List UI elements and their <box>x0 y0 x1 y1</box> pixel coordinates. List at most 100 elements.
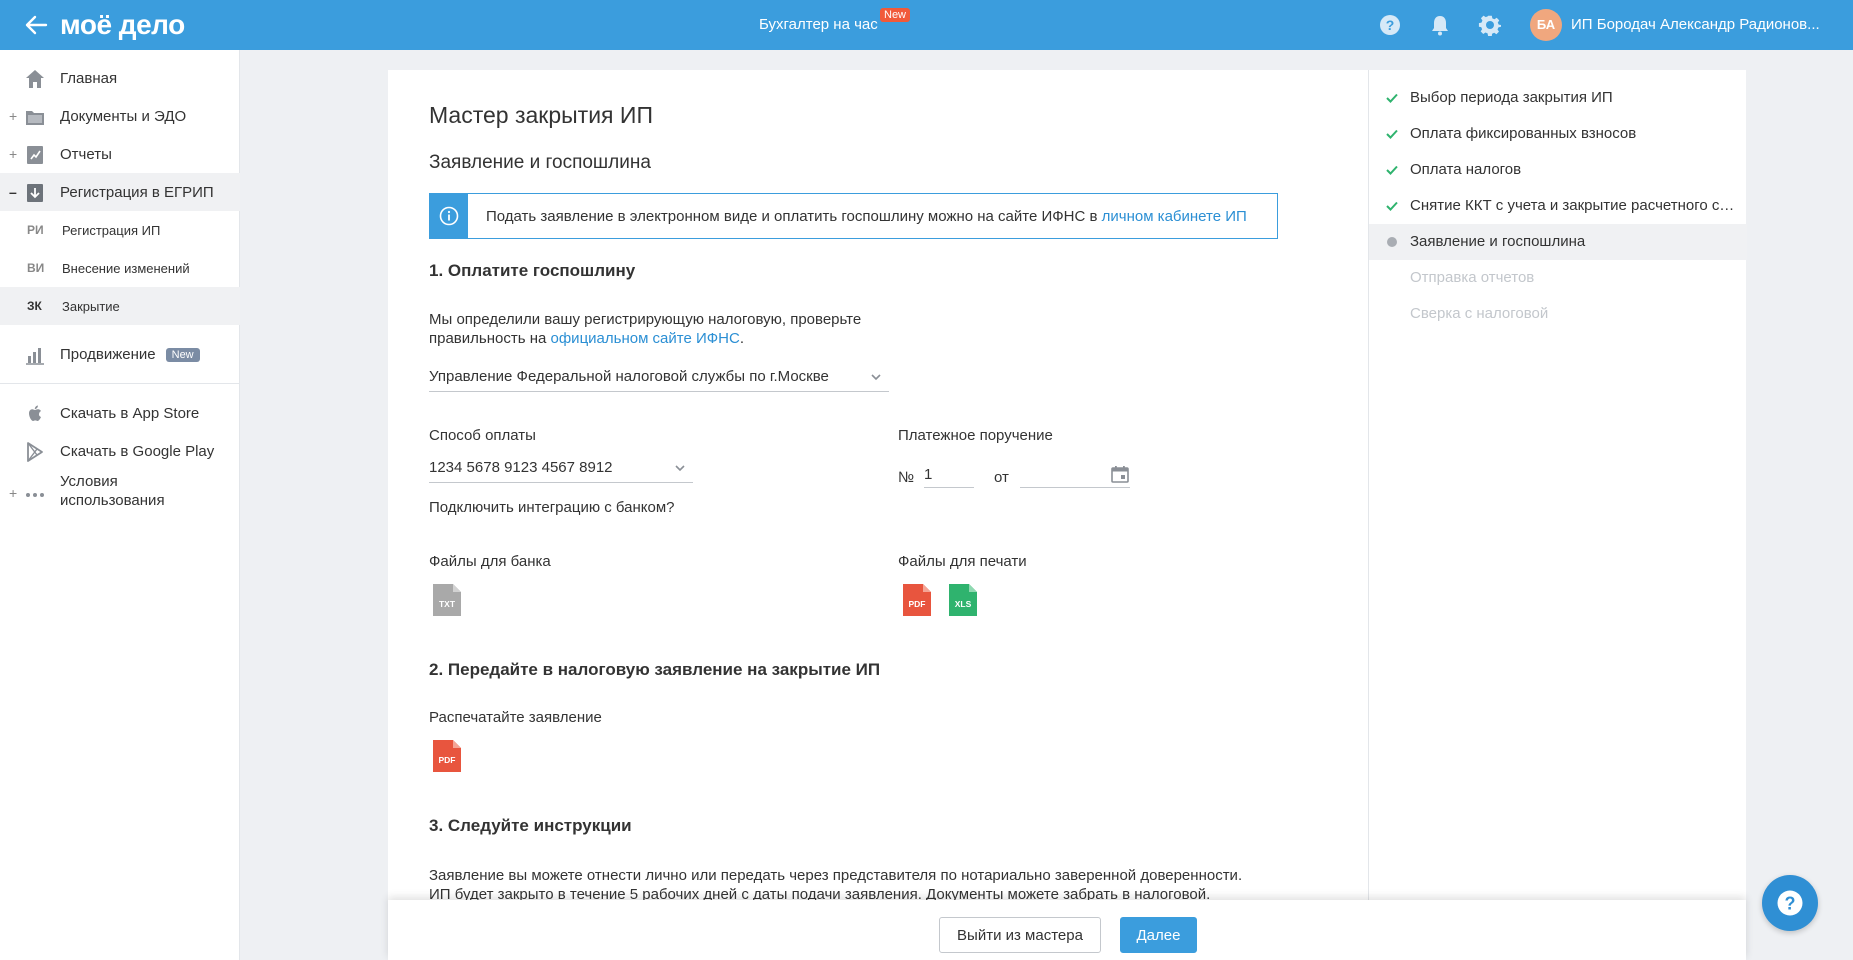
page-title: Мастер закрытия ИП <box>429 102 653 128</box>
subitem-abbr: РИ <box>27 223 44 237</box>
wizard-footer: Выйти из мастера Далее <box>388 900 1746 960</box>
page-subtitle: Заявление и госпошлина <box>429 152 651 173</box>
section-1-title: 1. Оплатите госпошлину <box>429 261 636 280</box>
payment-order-date-input[interactable] <box>1020 460 1130 488</box>
expand-icon: + <box>9 108 18 124</box>
sidebar-item-label: Скачать в App Store <box>60 405 200 422</box>
bank-integration-link[interactable]: Подключить интеграцию с банком? <box>429 498 675 517</box>
svg-text:PDF: PDF <box>909 599 926 609</box>
step-reports: Отправка отчетов <box>1410 269 1535 286</box>
subitem-label: Закрытие <box>62 299 120 314</box>
sidebar-item-terms[interactable]: + Условия использования <box>0 470 240 520</box>
help-icon[interactable]: ? <box>1378 13 1402 37</box>
step-reconciliation: Сверка с налоговой <box>1410 305 1549 322</box>
sidebar-subitem-registration[interactable]: РИ Регистрация ИП <box>0 211 240 249</box>
xls-file-icon[interactable]: XLS <box>949 584 977 616</box>
tax-office-select[interactable]: Управление Федеральной налоговой службы … <box>429 364 889 392</box>
subitem-label: Регистрация ИП <box>62 223 161 238</box>
check-icon <box>1386 201 1398 211</box>
check-icon <box>1386 165 1398 175</box>
sidebar-item-google-play[interactable]: Скачать в Google Play <box>0 432 240 470</box>
apple-icon <box>29 405 41 421</box>
accountant-hour-link[interactable]: Бухгалтер на час <box>759 16 878 33</box>
payment-method-select[interactable]: 1234 5678 9123 4567 8912 <box>429 455 693 483</box>
payment-order-number-input[interactable]: 1 <box>924 460 974 488</box>
chevron-down-icon <box>871 374 881 381</box>
check-icon <box>1386 93 1398 103</box>
pdf-file-icon[interactable]: PDF <box>903 584 931 616</box>
step-application[interactable]: Заявление и госпошлина <box>1369 224 1747 260</box>
step-period[interactable]: Выбор периода закрытия ИП <box>1369 80 1747 116</box>
info-icon-box <box>430 194 468 238</box>
sidebar-item-label: Отчеты <box>60 146 112 163</box>
current-step-dot-icon <box>1387 237 1397 247</box>
calendar-icon[interactable] <box>1110 464 1130 484</box>
chart-icon <box>26 348 44 365</box>
gear-icon[interactable] <box>1478 13 1502 37</box>
sidebar-item-documents[interactable]: + Документы и ЭДО <box>0 97 240 135</box>
help-chat-button[interactable]: ? <box>1762 875 1818 931</box>
sidebar-item-app-store[interactable]: Скачать в App Store <box>0 394 240 432</box>
sidebar-item-promotion[interactable]: Продвижение New <box>0 335 240 373</box>
sidebar-item-label: Главная <box>60 70 118 87</box>
date-from-label: от <box>994 469 1009 486</box>
personal-cabinet-link[interactable]: личном кабинете ИП <box>1102 208 1247 225</box>
subitem-abbr: ЗК <box>27 299 42 313</box>
check-icon <box>1386 129 1398 139</box>
subitem-label: Внесение изменений <box>62 261 190 276</box>
collapse-icon: – <box>9 184 17 200</box>
new-badge: New <box>165 348 200 362</box>
payment-method-label: Способ оплаты <box>429 427 536 444</box>
next-button[interactable]: Далее <box>1120 917 1197 953</box>
section-3-title: 3. Следуйте инструкции <box>429 816 632 835</box>
txt-file-icon[interactable]: TXT <box>433 584 461 616</box>
avatar[interactable]: БА <box>1530 9 1562 41</box>
folder-icon <box>26 111 44 125</box>
bell-icon[interactable] <box>1428 13 1452 37</box>
subitem-abbr: ВИ <box>27 261 45 275</box>
chevron-down-icon <box>675 465 685 472</box>
step-taxes[interactable]: Оплата налогов <box>1369 152 1747 188</box>
info-text: Подать заявление в электронном виде и оп… <box>486 208 1247 225</box>
user-name[interactable]: ИП Бородач Александр Радионов... <box>1571 16 1820 33</box>
home-icon <box>26 70 44 88</box>
number-sign: № <box>898 469 915 486</box>
google-play-icon <box>27 442 43 462</box>
sidebar-item-label: Продвижение New <box>60 346 200 363</box>
top-bar: моё дело Бухгалтер на час New ? БА ИП Бо… <box>0 0 1853 50</box>
sidebar-item-egrip-registration[interactable]: – Регистрация в ЕГРИП <box>0 173 240 211</box>
sidebar: Главная + Документы и ЭДО + Отчеты – Рег… <box>0 50 240 960</box>
registration-icon <box>27 184 43 202</box>
exit-wizard-button[interactable]: Выйти из мастера <box>939 917 1101 953</box>
wizard-card: Мастер закрытия ИП Заявление и госпошлин… <box>388 70 1368 960</box>
sidebar-item-home[interactable]: Главная <box>0 59 240 97</box>
svg-text:PDF: PDF <box>439 755 456 765</box>
svg-text:TXT: TXT <box>439 599 456 609</box>
section-2-title: 2. Передайте в налоговую заявление на за… <box>429 660 881 679</box>
info-icon <box>439 206 459 226</box>
sidebar-subitem-changes[interactable]: ВИ Внесение изменений <box>0 249 240 287</box>
sidebar-item-label: Скачать в Google Play <box>60 443 215 460</box>
logo[interactable]: моё дело <box>60 9 185 41</box>
divider <box>0 383 240 384</box>
step-fixed-contributions[interactable]: Оплата фиксированных взносов <box>1369 116 1747 152</box>
svg-text:?: ? <box>1386 17 1395 33</box>
ifns-site-link[interactable]: официальном сайте ИФНС <box>551 330 740 347</box>
back-arrow-icon[interactable] <box>22 11 50 39</box>
sidebar-item-label: Документы и ЭДО <box>60 108 187 125</box>
sidebar-item-reports[interactable]: + Отчеты <box>0 135 240 173</box>
expand-icon: + <box>9 485 18 501</box>
expand-icon: + <box>9 146 18 162</box>
print-application-label: Распечатайте заявление <box>429 709 602 726</box>
info-banner: Подать заявление в электронном виде и оп… <box>429 193 1278 239</box>
new-badge: New <box>880 8 911 22</box>
step-kkt-closing[interactable]: Снятие ККТ с учета и закрытие расчетного… <box>1369 188 1747 224</box>
sidebar-item-label: Условия использования <box>60 473 165 509</box>
sidebar-subitem-closing[interactable]: ЗК Закрытие <box>0 287 240 325</box>
pdf-file-icon[interactable]: PDF <box>433 740 461 772</box>
payment-order-label: Платежное поручение <box>898 427 1053 444</box>
svg-text:?: ? <box>1785 894 1796 914</box>
bank-files-label: Файлы для банка <box>429 553 551 570</box>
more-dots-icon <box>26 493 44 497</box>
wizard-steps: Выбор периода закрытия ИП Оплата фиксиро… <box>1368 70 1747 960</box>
